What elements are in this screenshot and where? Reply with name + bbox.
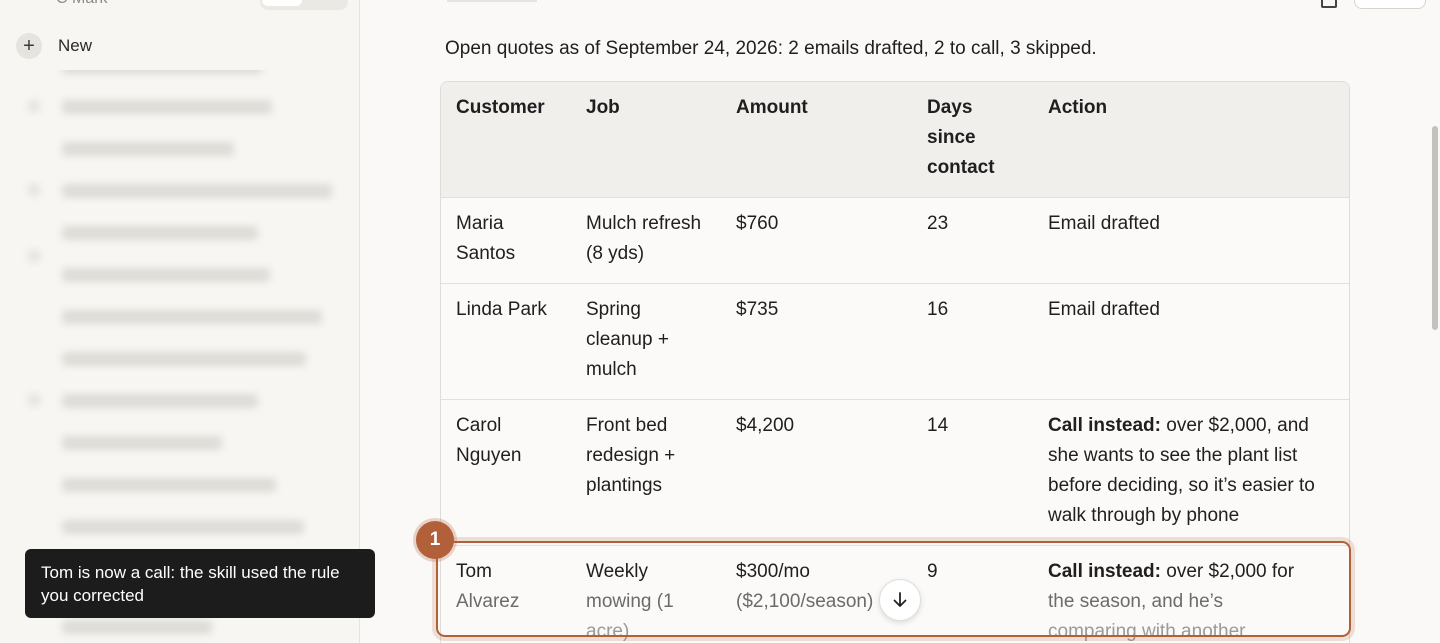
tooltip: Tom is now a call: the skill used the ru…: [25, 549, 375, 618]
action-emphasis: Call instead:: [1048, 561, 1161, 582]
action-emphasis: Call instead:: [1048, 415, 1161, 436]
col-job: Job: [571, 82, 721, 198]
document-icon[interactable]: [1321, 0, 1337, 8]
toggle-knob: [262, 0, 302, 6]
cell-action: Email drafted: [1048, 299, 1160, 320]
table-header-row: Customer Job Amount Days since contact A…: [441, 82, 1349, 198]
cell-customer: Linda Park: [456, 299, 547, 320]
new-chat-button[interactable]: + New: [16, 33, 92, 59]
header-button[interactable]: [1354, 0, 1426, 9]
col-days-since-contact: Days since contact: [912, 82, 1033, 198]
cell-customer: Carol Nguyen: [456, 415, 522, 466]
summary-text: Open quotes as of September 24, 2026: 2 …: [445, 38, 1097, 59]
cell-days: 16: [927, 299, 949, 320]
history-item[interactable]: [62, 620, 212, 634]
cell-job: Spring cleanup + mulch: [586, 299, 669, 380]
quotes-table: Customer Job Amount Days since contact A…: [440, 81, 1350, 643]
scrollbar-thumb[interactable]: [1432, 126, 1438, 330]
history-item[interactable]: [62, 142, 234, 156]
action-detail: the season, and he’s: [1048, 591, 1224, 612]
cell-amount: $760: [736, 213, 779, 234]
cell-amount: $735: [736, 299, 779, 320]
job-line: acre): [586, 621, 630, 642]
cell-customer: Tom Alvarez: [441, 546, 571, 643]
tooltip-text: Tom is now a call: the skill used the ru…: [41, 563, 340, 605]
cell-customer: Maria Santos: [456, 213, 516, 264]
cell-days: 23: [927, 213, 949, 234]
table-row: Maria Santos Mulch refresh (8 yds) $760 …: [441, 197, 1349, 284]
history-item-icon: [28, 250, 40, 262]
cell-action: Call instead: over $2,000 for the season,…: [1033, 546, 1349, 643]
mode-toggle[interactable]: [260, 0, 348, 10]
history-item-icon: [28, 100, 40, 112]
action-detail: comparing with another: [1048, 621, 1246, 642]
history-item-icon: [28, 394, 40, 406]
sidebar-title: C Mark: [56, 0, 108, 8]
scroll-down-button[interactable]: [879, 579, 921, 621]
customer-first: Tom: [456, 561, 492, 582]
new-chat-label: New: [58, 36, 93, 55]
cell-days: 14: [927, 415, 949, 436]
col-action: Action: [1033, 82, 1349, 198]
cell-job: Mulch refresh (8 yds): [586, 213, 702, 264]
sidebar-header: C Mark + New: [0, 0, 359, 70]
header-fragment: [447, 0, 537, 2]
history-item[interactable]: [62, 436, 222, 450]
col-customer: Customer: [441, 82, 571, 198]
history-item[interactable]: [62, 310, 322, 324]
job-line: Weekly: [586, 561, 648, 582]
main-content: Open quotes as of September 24, 2026: 2 …: [361, 0, 1440, 643]
history-item[interactable]: [62, 184, 332, 198]
cell-days: 9: [927, 561, 938, 582]
col-amount: Amount: [721, 82, 912, 198]
action-detail: over $2,000 for: [1166, 561, 1295, 582]
amount-line: $300/mo: [736, 561, 810, 582]
step-badge: 1: [416, 521, 454, 559]
cell-job: Weekly mowing (1 acre): [571, 546, 721, 643]
cell-action: Call instead: over $2,000, and she wants…: [1033, 400, 1349, 546]
history-item[interactable]: [62, 394, 258, 408]
cell-action: Email drafted: [1048, 213, 1160, 234]
plus-icon: +: [16, 33, 42, 59]
history-item-icon: [28, 184, 40, 196]
table-row: Carol Nguyen Front bed redesign + planti…: [441, 399, 1349, 546]
job-line: mowing (1: [586, 591, 674, 612]
history-item[interactable]: [62, 268, 270, 282]
arrow-down-icon: [893, 592, 907, 607]
history-item[interactable]: [62, 352, 306, 366]
history-item[interactable]: [62, 226, 258, 240]
history-item[interactable]: [62, 520, 304, 534]
sidebar: C Mark + New: [0, 0, 360, 643]
customer-last: Alvarez: [456, 591, 520, 612]
history-item[interactable]: [62, 100, 272, 114]
amount-line: ($2,100/season): [736, 591, 874, 612]
cell-amount: $4,200: [736, 415, 795, 436]
history-item[interactable]: [62, 478, 276, 492]
cell-job: Front bed redesign + plantings: [586, 415, 676, 496]
table-row: Linda Park Spring cleanup + mulch $735 1…: [441, 283, 1349, 400]
